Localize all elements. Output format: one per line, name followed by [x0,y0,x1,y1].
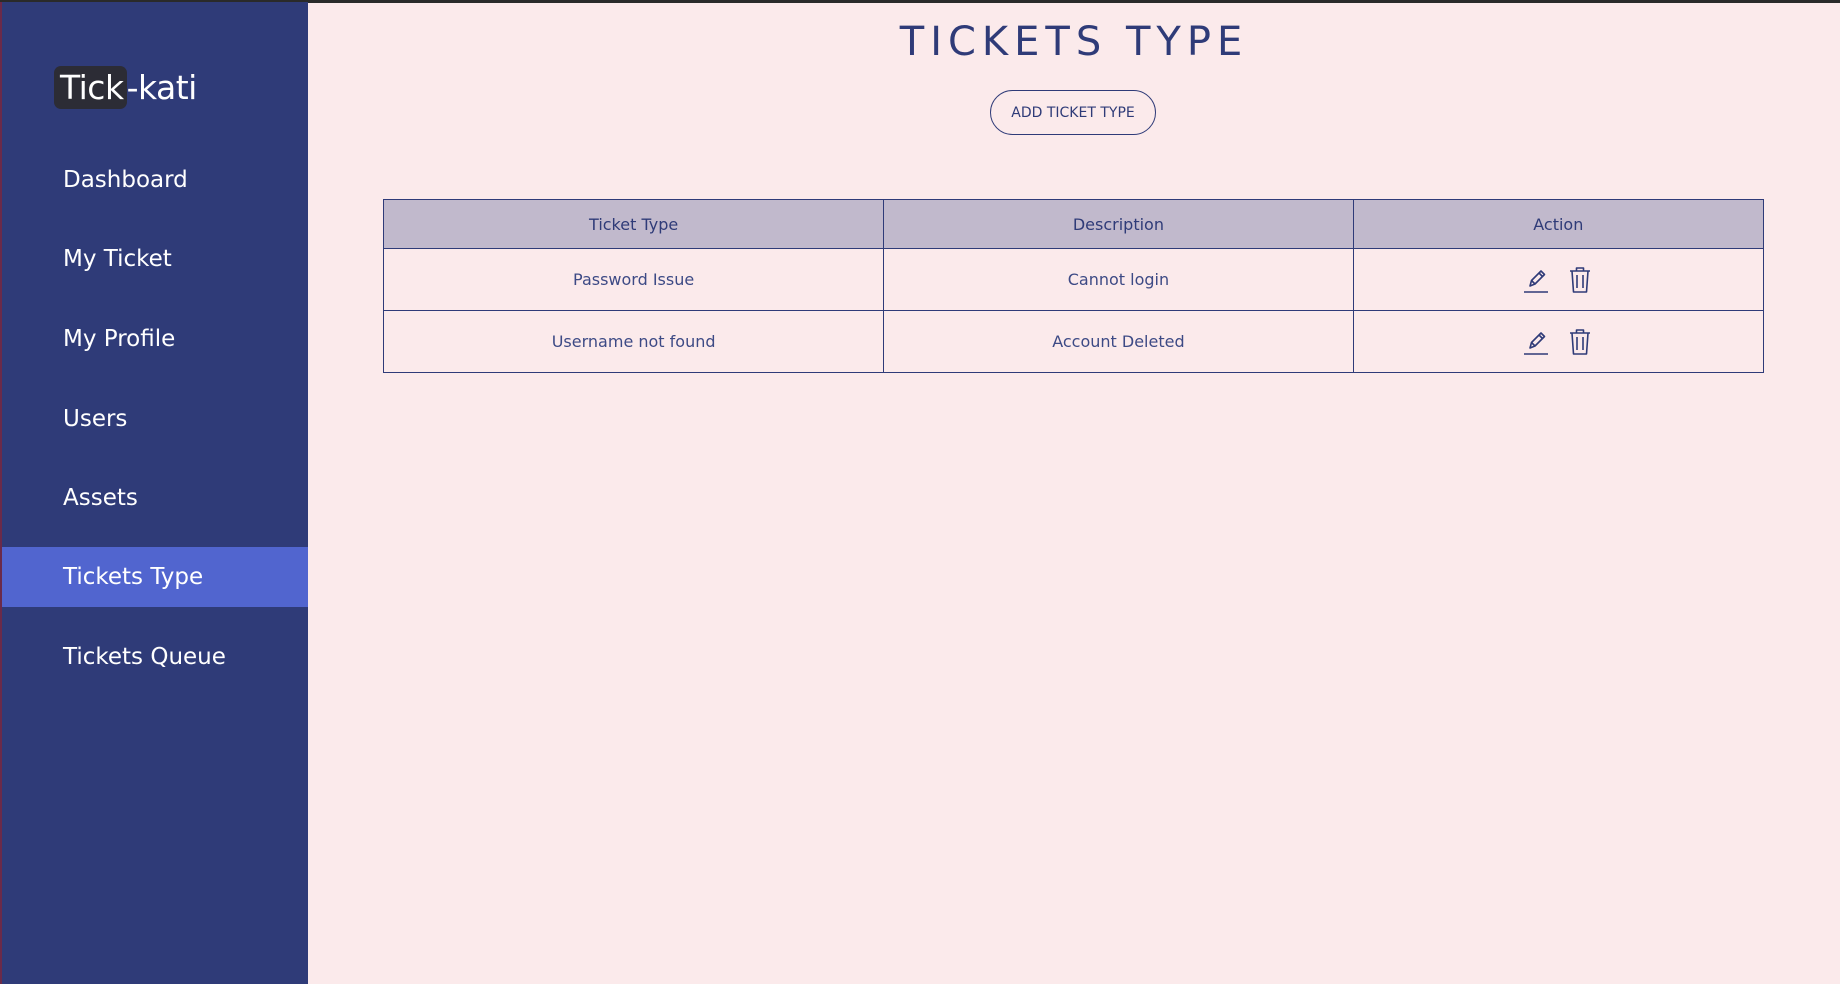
cell-description: Account Deleted [883,310,1354,373]
cell-ticket-type: Password Issue [382,248,885,311]
sidebar-item-my-ticket[interactable]: My Ticket [2,229,308,289]
app-logo[interactable]: Tick-kati [54,66,197,110]
sidebar-item-label: Tickets Queue [63,644,226,670]
sidebar-item-label: My Profile [63,326,176,352]
sidebar-item-label: Dashboard [63,167,188,193]
column-header-action: Action [1352,199,1765,249]
sidebar-item-label: My Ticket [63,246,172,272]
cell-actions [1352,310,1765,373]
sidebar-item-label: Users [63,406,128,432]
trash-icon[interactable] [1567,328,1593,356]
page-title: TICKETS TYPE [899,19,1249,65]
cell-actions [1352,248,1765,311]
sidebar-item-assets[interactable]: Assets [2,468,308,528]
trash-icon[interactable] [1567,266,1593,294]
sidebar-item-users[interactable]: Users [2,389,308,449]
sidebar-item-my-profile[interactable]: My Profile [2,309,308,369]
sidebar-item-tickets-type[interactable]: Tickets Type [2,547,308,607]
ticket-types-table: Ticket Type Description Action Password … [382,199,1765,373]
sidebar-item-dashboard[interactable]: Dashboard [2,150,308,210]
table-row: Password Issue Cannot login [382,248,1765,311]
table-header-row: Ticket Type Description Action [382,199,1765,249]
add-ticket-type-button[interactable]: ADD TICKET TYPE [990,90,1156,135]
column-header-description: Description [883,199,1354,249]
sidebar: Tick-kati Dashboard My Ticket My Profile… [0,2,308,984]
logo-highlight: Tick [54,66,127,109]
edit-icon[interactable] [1523,328,1549,356]
edit-icon[interactable] [1523,266,1549,294]
sidebar-item-tickets-queue[interactable]: Tickets Queue [2,627,308,687]
sidebar-item-label: Assets [63,485,138,511]
table-row: Username not found Account Deleted [382,310,1765,373]
cell-ticket-type: Username not found [382,310,885,373]
column-header-ticket-type: Ticket Type [382,199,885,249]
cell-description: Cannot login [883,248,1354,311]
sidebar-item-label: Tickets Type [63,564,204,590]
logo-text: -kati [126,68,198,107]
